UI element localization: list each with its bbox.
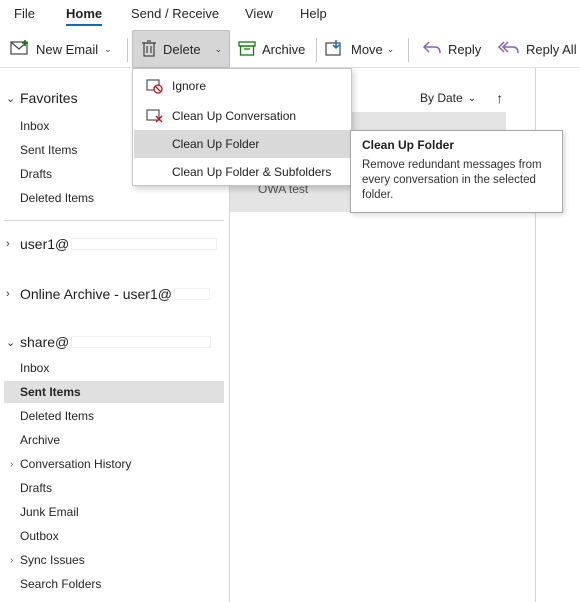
- account-share[interactable]: ⌄ share@: [6, 334, 212, 350]
- share-item-sync-issues[interactable]: › Sync Issues: [4, 549, 224, 571]
- share-item-inbox[interactable]: Inbox: [4, 357, 224, 379]
- online-archive-label: Online Archive - user1@: [20, 286, 172, 302]
- share-item-archive[interactable]: Archive: [4, 429, 224, 451]
- chevron-right-icon[interactable]: ›: [10, 555, 13, 566]
- chevron-down-icon[interactable]: ⌄: [6, 92, 20, 105]
- new-email-label: New Email: [36, 41, 99, 57]
- tooltip: Clean Up Folder Remove redundant message…: [350, 130, 563, 213]
- delete-dropdown-menu: Ignore Clean Up Conversation Clean Up Fo…: [132, 68, 352, 186]
- trash-icon: [141, 39, 157, 60]
- menu-label: Clean Up Folder: [172, 137, 260, 151]
- share-item-junk[interactable]: Junk Email: [4, 501, 224, 523]
- chevron-down-icon[interactable]: ⌄: [215, 44, 223, 55]
- ribbon-toolbar: New Email ⌄ Delete ⌄ Archive Move ⌄ Repl…: [0, 30, 580, 68]
- share-item-deleted[interactable]: Deleted Items: [4, 405, 224, 427]
- redacted-area: [71, 238, 218, 250]
- chevron-down-icon[interactable]: ⌄: [468, 93, 476, 104]
- reply-label: Reply: [448, 41, 482, 57]
- divider: [4, 220, 224, 221]
- menu-label: Clean Up Conversation: [172, 109, 297, 123]
- account-user1[interactable]: › user1@: [6, 236, 218, 252]
- reply-all-icon: [497, 40, 520, 59]
- chevron-down-icon[interactable]: ⌄: [387, 44, 395, 55]
- delete-label: Delete: [163, 41, 201, 57]
- reply-all-button[interactable]: Reply All: [497, 34, 577, 64]
- clean-up-conversation-icon: [146, 108, 164, 124]
- reply-icon: [422, 40, 442, 59]
- tab-help[interactable]: Help: [300, 6, 327, 21]
- folder-label: Sync Issues: [20, 553, 85, 567]
- share-item-drafts[interactable]: Drafts: [4, 477, 224, 499]
- ignore-icon: [146, 78, 164, 94]
- menu-item-clean-up-folder[interactable]: Clean Up Folder: [134, 130, 352, 158]
- folder-label: Conversation History: [20, 457, 132, 471]
- toolbar-separator: [408, 38, 409, 62]
- menu-label: Clean Up Folder & Subfolders: [172, 165, 332, 179]
- share-item-search-folders[interactable]: Search Folders: [4, 573, 224, 595]
- move-button[interactable]: Move ⌄: [325, 34, 394, 64]
- move-label: Move: [351, 41, 383, 57]
- ribbon-tabs: File Home Send / Receive View Help: [0, 0, 580, 30]
- share-item-sent-items[interactable]: Sent Items: [4, 381, 224, 403]
- menu-item-ignore[interactable]: Ignore: [134, 72, 352, 100]
- archive-icon: [238, 40, 256, 59]
- account-online-archive[interactable]: › Online Archive - user1@: [6, 286, 210, 302]
- reply-button[interactable]: Reply: [422, 34, 481, 64]
- tooltip-body: Remove redundant messages from every con…: [362, 159, 542, 201]
- menu-item-clean-up-conversation[interactable]: Clean Up Conversation: [134, 102, 352, 130]
- sort-direction-icon[interactable]: ↑: [496, 90, 503, 106]
- tab-file[interactable]: File: [14, 6, 35, 21]
- tab-send-receive[interactable]: Send / Receive: [131, 6, 219, 21]
- sort-control[interactable]: By Date ⌄ ↑: [420, 90, 503, 106]
- account-share-label: share@: [20, 334, 70, 350]
- chevron-down-icon[interactable]: ⌄: [6, 336, 20, 349]
- chevron-down-icon[interactable]: ⌄: [104, 44, 112, 55]
- move-icon: [325, 39, 345, 60]
- menu-item-clean-up-folder-subfolders[interactable]: Clean Up Folder & Subfolders: [134, 158, 352, 186]
- chevron-right-icon[interactable]: ›: [6, 288, 20, 300]
- share-item-conversation-history[interactable]: › Conversation History: [4, 453, 224, 475]
- toolbar-separator: [127, 38, 128, 62]
- toolbar-separator: [316, 38, 317, 62]
- new-email-button[interactable]: New Email ⌄: [10, 34, 112, 64]
- redacted-area: [173, 288, 210, 300]
- menu-label: Ignore: [172, 79, 207, 93]
- share-item-outbox[interactable]: Outbox: [4, 525, 224, 547]
- new-email-icon: [10, 39, 30, 60]
- chevron-right-icon[interactable]: ›: [6, 238, 20, 250]
- archive-label: Archive: [262, 41, 306, 57]
- reply-all-label: Reply All: [526, 41, 577, 57]
- favorites-item-deleted[interactable]: Deleted Items: [4, 187, 224, 209]
- chevron-right-icon[interactable]: ›: [10, 459, 13, 470]
- tab-view[interactable]: View: [245, 6, 273, 21]
- account-user1-label: user1@: [20, 236, 70, 252]
- sort-label: By Date: [420, 91, 463, 105]
- tab-home[interactable]: Home: [66, 6, 103, 26]
- favorites-header[interactable]: ⌄ Favorites: [6, 90, 78, 106]
- favorites-title: Favorites: [20, 90, 78, 106]
- delete-button[interactable]: Delete ⌄: [132, 30, 230, 68]
- archive-button[interactable]: Archive: [238, 34, 305, 64]
- tooltip-title: Clean Up Folder: [362, 138, 455, 152]
- redacted-area: [71, 336, 212, 348]
